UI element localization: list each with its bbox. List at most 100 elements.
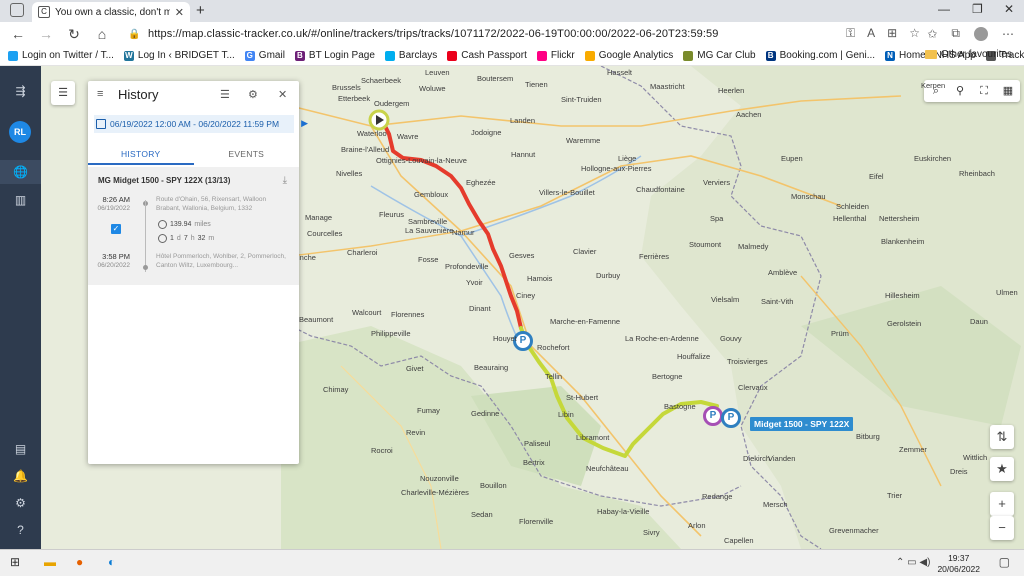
lock-icon: 🔒 [128, 28, 141, 40]
download-icon[interactable]: ⤓ [283, 175, 287, 186]
other-favourites[interactable]: Other favourites [924, 49, 1012, 60]
apps-icon[interactable]: ⊞ [887, 26, 897, 41]
help-icon[interactable]: ? [0, 523, 41, 537]
map-place-label: Gesves [509, 251, 535, 260]
history-panel: ≡ History ☰ ⚙ ✕ 06/19/2022 12:00 AM - 06… [88, 81, 308, 464]
close-window-icon[interactable]: ✕ [1004, 2, 1014, 16]
notifications-icon[interactable]: ▢ [999, 555, 1010, 569]
date-range-field[interactable]: 06/19/2022 12:00 AM - 06/20/2022 11:59 P… [94, 115, 308, 133]
bookmark-item[interactable]: Barclays [384, 50, 437, 61]
map-place-label: Rochefort [537, 343, 570, 352]
app-sidebar: ⇶ RL 🌐 ▥ ▤ 🔔 ⚙ ? [0, 66, 41, 549]
map-place-label: Fosse [418, 255, 439, 264]
globe-icon[interactable]: 🌐 [0, 165, 41, 179]
forward-icon[interactable]: → [32, 26, 60, 42]
swap-icon[interactable]: ⇅ [990, 425, 1014, 449]
map-place-label: Habay-la-Vieille [597, 507, 650, 516]
more-icon[interactable]: ⋯ [1002, 27, 1014, 41]
map-place-label: Leuven [425, 68, 450, 77]
notifications-bell-icon[interactable]: 🔔 [0, 469, 41, 483]
firefox-icon[interactable]: ● [76, 555, 83, 569]
map-place-label: Florennes [391, 310, 425, 319]
home-icon[interactable]: ⌂ [88, 26, 116, 42]
key-icon[interactable]: ⚿ [846, 26, 855, 41]
map-place-label: Ottignies-Louvain-la-Neuve [376, 156, 467, 165]
collapse-menu-icon[interactable]: ⇶ [0, 84, 41, 98]
collections-icon[interactable]: ⧉ [951, 26, 960, 41]
favorite-star-icon[interactable]: ★ [990, 457, 1014, 481]
read-aloud-icon[interactable]: A [867, 26, 875, 41]
map-place-label: Yvoir [466, 278, 483, 287]
map-place-label: Houffalize [677, 352, 711, 361]
play-icon[interactable]: ▶ [301, 118, 308, 129]
settings-gear-icon[interactable]: ⚙ [248, 88, 258, 101]
map-type-icon[interactable]: ▦ [996, 80, 1020, 102]
twitter-icon [8, 50, 18, 61]
end-date: 06/20/2022 [97, 262, 130, 269]
bt-icon: B [294, 50, 305, 61]
tab-events[interactable]: EVENTS [194, 143, 300, 165]
location-pin-icon[interactable]: ⚲ [948, 80, 972, 102]
map-place-label: Libramont [576, 433, 610, 442]
vehicle-label[interactable]: Midget 1500 - SPY 122X [750, 417, 854, 431]
map-place-label: Spa [710, 214, 724, 223]
map-place-label: Florenville [519, 517, 554, 526]
map-place-label: Tellin [545, 372, 563, 381]
profile-avatar[interactable] [974, 26, 988, 41]
browser-tab[interactable]: C You own a classic, don't make it ✕ [32, 2, 190, 22]
bookmark-item[interactable]: B Booking.com | Geni... [765, 50, 875, 61]
system-tray-icon[interactable]: ⌃ ▭ ◀) [896, 557, 930, 568]
map-place-label: Sint-Truiden [561, 95, 602, 104]
back-icon[interactable]: ← [4, 26, 32, 42]
fit-bounds-icon[interactable]: ⛶ [972, 80, 996, 102]
timeline-line [145, 200, 146, 272]
collapse-panel-icon[interactable]: ≡ [97, 88, 103, 100]
taskbar-clock[interactable]: 19:37 20/06/2022 [937, 553, 980, 575]
map-place-label: Bastogne [664, 402, 696, 411]
parking-stop-marker[interactable]: P [721, 408, 741, 428]
map-place-label: Sambreville [408, 217, 448, 226]
map-place-label: Charleville-Mézières [401, 488, 469, 497]
windows-start-icon[interactable]: ⊞ [10, 555, 20, 569]
favorite-star-icon[interactable]: ☆ [909, 26, 920, 41]
history-title: History [118, 87, 159, 102]
bookmarks-bar: Login on Twitter / T... W Log In ‹ BRIDGE… [0, 46, 1024, 66]
map-place-label: Hollogne-aux-Pierres [581, 164, 652, 173]
zoom-out-icon[interactable]: − [990, 516, 1014, 540]
tab-actions-icon[interactable] [10, 3, 24, 17]
list-view-icon[interactable]: ☰ [220, 88, 230, 101]
tab-close-icon[interactable]: ✕ [175, 6, 184, 19]
trip-card[interactable]: MG Midget 1500 - SPY 122X (13/13) ⤓ 8:26… [88, 167, 299, 285]
reports-chart-icon[interactable]: ▥ [0, 193, 41, 207]
bookmark-item[interactable]: Login on Twitter / T... [8, 50, 114, 61]
new-tab-icon[interactable]: + [196, 2, 205, 19]
edge-icon[interactable]: ◐ [108, 555, 115, 569]
minimize-icon[interactable]: — [938, 2, 950, 16]
map-place-label: Houyet [493, 334, 517, 343]
tab-history[interactable]: HISTORY [88, 143, 194, 165]
bookmark-item[interactable]: G Gmail [244, 50, 285, 61]
zoom-in-icon[interactable]: + [990, 492, 1014, 516]
reload-icon[interactable]: ↻ [60, 26, 88, 43]
layers-list-icon[interactable]: ☰ [51, 81, 75, 105]
map-place-label: Aachen [736, 110, 762, 119]
bookmark-item[interactable]: Flickr [536, 50, 575, 61]
url-field[interactable]: 🔒 https://map.classic-tracker.co.uk/#/on… [128, 24, 920, 44]
settings-gear-icon[interactable]: ⚙ [0, 496, 41, 510]
bookmark-item[interactable]: MG Car Club [683, 50, 756, 61]
map-place-label: Waterloo [357, 129, 387, 138]
user-avatar[interactable]: RL [9, 121, 31, 143]
map-place-label: Brussels [332, 83, 361, 92]
favorites-icon[interactable]: ✩ [927, 27, 937, 41]
close-panel-icon[interactable]: ✕ [278, 88, 287, 101]
parking-stop-marker[interactable]: P [703, 406, 723, 426]
bookmark-item[interactable]: Cash Passport [447, 50, 527, 61]
bookmark-item[interactable]: B BT Login Page [294, 50, 375, 61]
file-explorer-icon[interactable]: ▬ [44, 555, 56, 569]
trip-checkbox[interactable]: ✓ [111, 224, 121, 234]
bookmark-item[interactable]: Google Analytics [584, 50, 673, 61]
map-place-label: Fleurus [379, 210, 405, 219]
bookmark-item[interactable]: W Log In ‹ BRIDGET T... [123, 50, 235, 61]
chat-icon[interactable]: ▤ [0, 442, 41, 456]
restore-icon[interactable]: ❐ [972, 2, 983, 16]
